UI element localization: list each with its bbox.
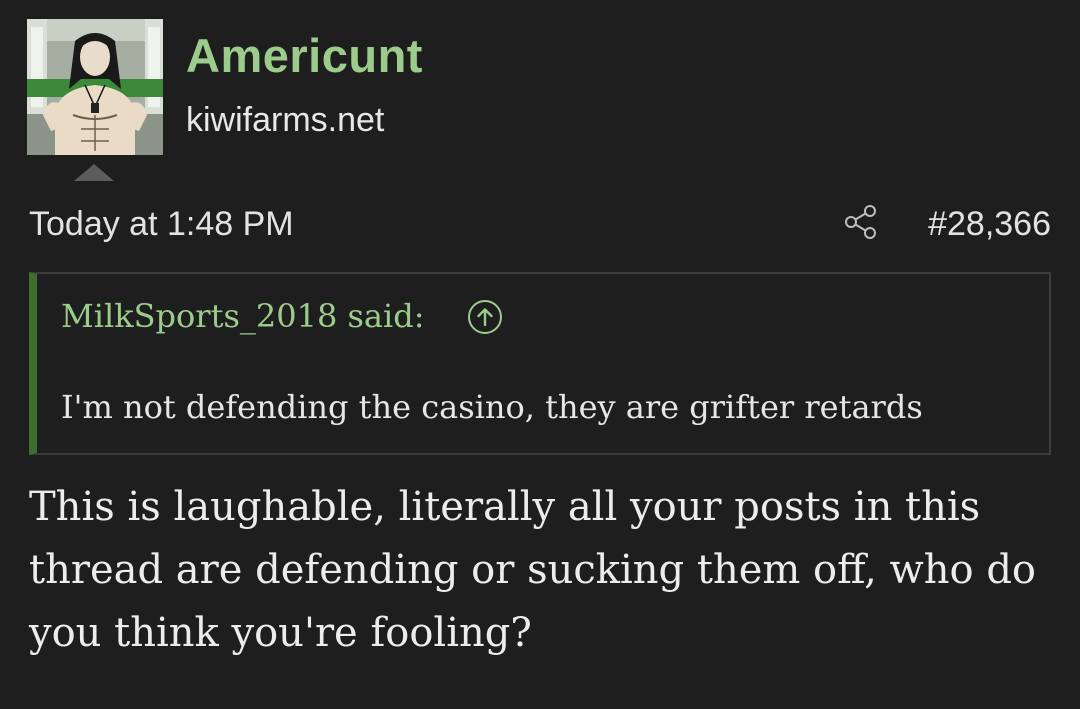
quote-text: I'm not defending the casino, they are g… (61, 388, 923, 426)
user-avatar[interactable] (27, 19, 163, 155)
username-link[interactable]: Americunt (186, 28, 423, 84)
avatar-caret-icon (74, 164, 114, 181)
post-number-link[interactable]: #28,366 (928, 204, 1051, 244)
message-body: This is laughable, literally all your po… (29, 484, 1037, 656)
quote-attribution[interactable]: MilkSports_2018 said: (61, 296, 424, 336)
avatar-image (27, 19, 163, 155)
quote-block: MilkSports_2018 said: I'm not defending … (29, 272, 1051, 455)
arrow-up-circle-icon[interactable] (468, 300, 502, 334)
user-title: kiwifarms.net (186, 101, 385, 139)
share-icon[interactable] (841, 202, 881, 242)
post-timestamp[interactable]: Today at 1:48 PM (29, 204, 294, 244)
